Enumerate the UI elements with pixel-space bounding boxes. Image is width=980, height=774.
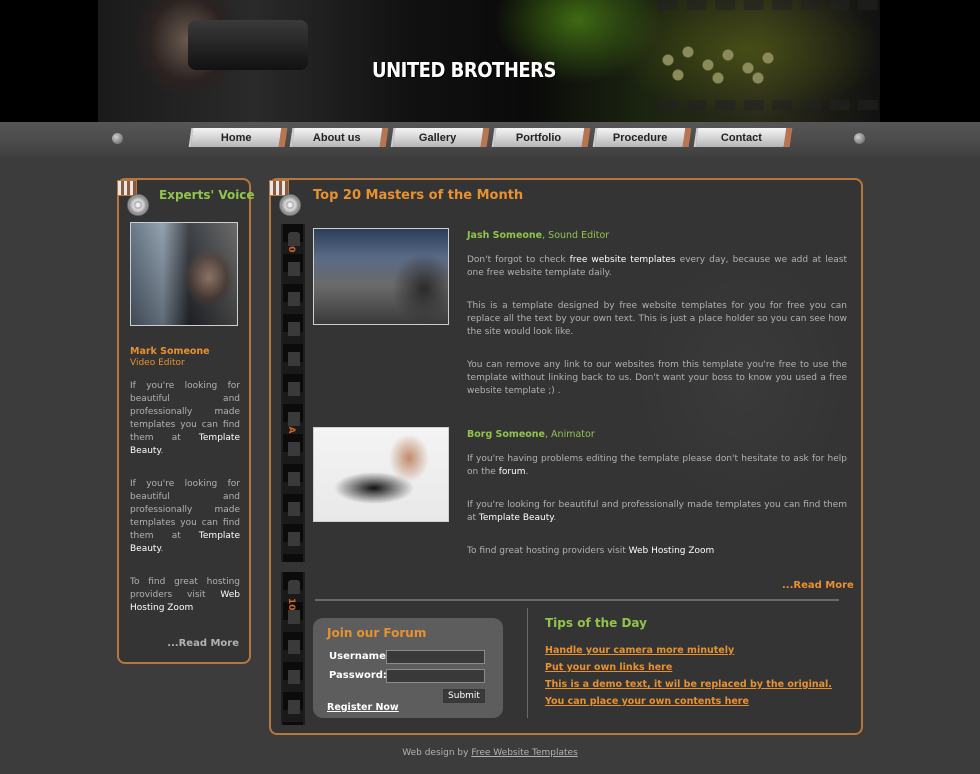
panel-title: Experts' Voice [159,188,255,202]
tip-link[interactable]: You can place your own contents here [545,696,749,707]
entry-paragraph: You can remove any link to our websites … [467,360,847,396]
film-reel-icon [269,180,305,216]
nav-item-label: Portfolio [516,131,562,144]
top-masters-panel: Top 20 Masters of the Month 10 10A 10 Ja… [269,178,863,735]
template-beauty-link[interactable]: Template Beauty [479,513,553,523]
column-divider [527,608,528,718]
nav-item-about-us[interactable]: About us [289,128,389,147]
panel-title: Top 20 Masters of the Month [313,188,524,203]
expert-paragraph: If you're looking for beautiful and prof… [130,381,240,456]
read-more-link[interactable]: ...Read More [167,638,239,649]
forum-login-box: Join our Forum Username: Password: Submi… [313,618,503,718]
film-reel-icon [117,180,153,216]
web-hosting-zoom-link[interactable]: Web Hosting Zoom [629,546,715,556]
free-website-templates-link[interactable]: Free Website Templates [471,748,577,758]
reel-icon [127,194,149,216]
film-strip-decoration: 10 [281,572,305,725]
entry-paragraph: This is a template designed by free webs… [467,301,847,337]
nav-item-gallery[interactable]: Gallery [390,128,490,147]
register-now-link[interactable]: Register Now [327,702,399,713]
expert-paragraph: To find great hosting providers visit We… [130,576,240,615]
nav-item-procedure[interactable]: Procedure [592,128,692,147]
film-strip-decoration: 10 10A [281,224,305,562]
password-input[interactable] [386,669,485,683]
submit-button[interactable]: Submit [443,689,485,703]
tip-link[interactable]: This is a demo text, it wil be replaced … [545,679,832,690]
password-label: Password: [329,670,387,681]
header-banner: UNITED BROTHERS [0,0,980,122]
forum-link[interactable]: forum [499,467,526,477]
spheres-image [658,40,788,85]
nav-item-label: Contact [720,131,762,144]
expert-name: Mark Someone [130,346,210,357]
entry-role: , Animator [545,429,595,440]
read-more-link[interactable]: ...Read More [782,580,854,591]
nav-item-label: Home [220,131,252,144]
expert-photo [130,222,238,326]
tip-link[interactable]: Put your own links here [545,662,672,673]
site-logo[interactable]: UNITED BROTHERS [372,58,557,82]
entry-paragraph: To find great hosting providers visit We… [467,545,847,558]
footer-text: Web design by [402,748,472,758]
animator-photo [313,427,449,522]
nav-item-portfolio[interactable]: Portfolio [491,128,591,147]
expert-role: Video Editor [130,358,185,368]
film-number: 10A [286,414,296,434]
nav-menu: Home About us Gallery Portfolio Procedur… [188,128,793,148]
nav-item-label: Gallery [419,131,457,144]
free-website-templates-link[interactable]: free website templates [570,255,676,265]
forum-title: Join our Forum [327,626,427,640]
nav-item-contact[interactable]: Contact [693,128,793,147]
film-number: 10 [286,598,296,611]
entry-paragraph: If you're having problems editing the te… [467,454,847,477]
film-number: 10 [286,240,296,253]
video-camera-image [188,20,308,70]
entry-paragraph: If you're looking for beautiful and prof… [467,500,847,523]
tips-title: Tips of the Day [545,616,647,630]
entry-name: Jash Someone [467,230,543,241]
section-divider [315,599,839,601]
username-label: Username: [329,651,390,662]
paragraph-text: Don't forgot to check [467,255,570,265]
nav-item-label: Procedure [612,131,668,144]
entry-role: , Sound Editor [542,230,610,241]
entry-name: Borg Someone [467,429,546,440]
tip-link[interactable]: Handle your camera more minutely [545,645,734,656]
username-input[interactable] [386,650,485,664]
paragraph-text: To find great hosting providers visit [467,546,629,556]
nav-bar: Home About us Gallery Portfolio Procedur… [0,122,980,160]
reel-icon [279,194,301,216]
entry-paragraph: Don't forgot to check free website templ… [467,254,847,280]
footer: Web design by Free Website Templates [0,748,980,758]
sound-editor-photo [313,228,449,325]
experts-voice-panel: Experts' Voice Mark Someone Video Editor… [117,178,255,664]
bolt-icon [112,133,123,144]
nav-item-home[interactable]: Home [188,128,288,147]
entry-heading: Jash Someone, Sound Editor [467,230,609,241]
nav-item-label: About us [313,131,361,144]
entry-heading: Borg Someone, Animator [467,429,595,440]
bolt-icon [854,133,865,144]
expert-paragraph: If you're looking for beautiful and prof… [130,479,240,554]
